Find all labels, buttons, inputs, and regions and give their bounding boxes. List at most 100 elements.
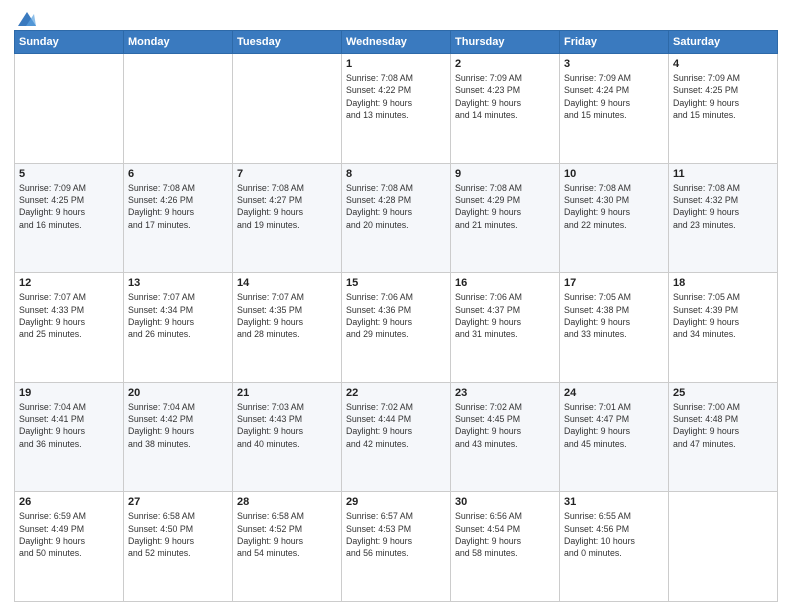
day-info: Sunrise: 6:56 AM Sunset: 4:54 PM Dayligh… [455, 510, 555, 559]
day-info: Sunrise: 6:55 AM Sunset: 4:56 PM Dayligh… [564, 510, 664, 559]
day-info: Sunrise: 7:07 AM Sunset: 4:34 PM Dayligh… [128, 291, 228, 340]
calendar-day-cell: 25 Sunrise: 7:00 AM Sunset: 4:48 PM Dayli… [669, 382, 778, 492]
day-number: 14 [237, 277, 337, 289]
calendar-day-cell: 12Sunrise: 7:07 AM Sunset: 4:33 PM Dayli… [15, 273, 124, 383]
day-number: 18 [673, 277, 773, 289]
day-info: Sunrise: 7:08 AM Sunset: 4:26 PM Dayligh… [128, 182, 228, 231]
day-info: Sunrise: 7:08 AM Sunset: 4:22 PM Dayligh… [346, 72, 446, 121]
calendar-day-cell: 20 Sunrise: 7:04 AM Sunset: 4:42 PM Dayli… [124, 382, 233, 492]
calendar-day-cell: 18 Sunrise: 7:05 AM Sunset: 4:39 PM Dayli… [669, 273, 778, 383]
day-number: 4 [673, 58, 773, 70]
day-info: Sunrise: 7:02 AM Sunset: 4:44 PM Dayligh… [346, 401, 446, 450]
calendar-day-cell: 21Sunrise: 7:03 AM Sunset: 4:43 PM Dayli… [233, 382, 342, 492]
header [14, 10, 778, 24]
day-number: 26 [19, 496, 119, 508]
day-info: Sunrise: 7:09 AM Sunset: 4:23 PM Dayligh… [455, 72, 555, 121]
day-number: 19 [19, 387, 119, 399]
day-number: 23 [455, 387, 555, 399]
calendar-header-tuesday: Tuesday [233, 31, 342, 54]
calendar-week-row: 1 Sunrise: 7:08 AM Sunset: 4:22 PM Daylig… [15, 54, 778, 164]
calendar-day-cell: 23 Sunrise: 7:02 AM Sunset: 4:45 PM Dayli… [451, 382, 560, 492]
calendar-day-cell: 7Sunrise: 7:08 AM Sunset: 4:27 PM Daylig… [233, 163, 342, 273]
calendar-day-cell: 9 Sunrise: 7:08 AM Sunset: 4:29 PM Daylig… [451, 163, 560, 273]
calendar-day-cell: 1 Sunrise: 7:08 AM Sunset: 4:22 PM Daylig… [342, 54, 451, 164]
day-number: 29 [346, 496, 446, 508]
day-number: 12 [19, 277, 119, 289]
logo-icon [16, 10, 38, 28]
calendar-day-cell [124, 54, 233, 164]
calendar-day-cell: 3 Sunrise: 7:09 AM Sunset: 4:24 PM Daylig… [560, 54, 669, 164]
calendar-day-cell: 13 Sunrise: 7:07 AM Sunset: 4:34 PM Dayli… [124, 273, 233, 383]
day-info: Sunrise: 7:09 AM Sunset: 4:24 PM Dayligh… [564, 72, 664, 121]
calendar-header-wednesday: Wednesday [342, 31, 451, 54]
day-info: Sunrise: 7:09 AM Sunset: 4:25 PM Dayligh… [19, 182, 119, 231]
calendar-day-cell: 28 Sunrise: 6:58 AM Sunset: 4:52 PM Dayli… [233, 492, 342, 602]
day-info: Sunrise: 6:58 AM Sunset: 4:52 PM Dayligh… [237, 510, 337, 559]
day-info: Sunrise: 7:06 AM Sunset: 4:36 PM Dayligh… [346, 291, 446, 340]
day-info: Sunrise: 7:04 AM Sunset: 4:42 PM Dayligh… [128, 401, 228, 450]
day-number: 16 [455, 277, 555, 289]
logo [14, 10, 38, 24]
calendar-week-row: 26 Sunrise: 6:59 AM Sunset: 4:49 PM Dayli… [15, 492, 778, 602]
day-number: 22 [346, 387, 446, 399]
day-info: Sunrise: 7:02 AM Sunset: 4:45 PM Dayligh… [455, 401, 555, 450]
day-number: 24 [564, 387, 664, 399]
day-info: Sunrise: 6:59 AM Sunset: 4:49 PM Dayligh… [19, 510, 119, 559]
calendar-week-row: 19 Sunrise: 7:04 AM Sunset: 4:41 PM Dayli… [15, 382, 778, 492]
calendar-day-cell: 15Sunrise: 7:06 AM Sunset: 4:36 PM Dayli… [342, 273, 451, 383]
calendar-day-cell: 22 Sunrise: 7:02 AM Sunset: 4:44 PM Dayli… [342, 382, 451, 492]
calendar-week-row: 5 Sunrise: 7:09 AM Sunset: 4:25 PM Daylig… [15, 163, 778, 273]
day-info: Sunrise: 7:06 AM Sunset: 4:37 PM Dayligh… [455, 291, 555, 340]
calendar-week-row: 12Sunrise: 7:07 AM Sunset: 4:33 PM Dayli… [15, 273, 778, 383]
calendar-day-cell: 31Sunrise: 6:55 AM Sunset: 4:56 PM Dayli… [560, 492, 669, 602]
calendar-day-cell: 24 Sunrise: 7:01 AM Sunset: 4:47 PM Dayli… [560, 382, 669, 492]
calendar-day-cell: 14 Sunrise: 7:07 AM Sunset: 4:35 PM Dayli… [233, 273, 342, 383]
calendar-day-cell: 4 Sunrise: 7:09 AM Sunset: 4:25 PM Daylig… [669, 54, 778, 164]
calendar-day-cell: 19 Sunrise: 7:04 AM Sunset: 4:41 PM Dayli… [15, 382, 124, 492]
day-info: Sunrise: 7:04 AM Sunset: 4:41 PM Dayligh… [19, 401, 119, 450]
day-info: Sunrise: 7:08 AM Sunset: 4:29 PM Dayligh… [455, 182, 555, 231]
day-number: 28 [237, 496, 337, 508]
day-info: Sunrise: 6:58 AM Sunset: 4:50 PM Dayligh… [128, 510, 228, 559]
calendar-day-cell: 8Sunrise: 7:08 AM Sunset: 4:28 PM Daylig… [342, 163, 451, 273]
calendar-day-cell: 29 Sunrise: 6:57 AM Sunset: 4:53 PM Dayli… [342, 492, 451, 602]
page: SundayMondayTuesdayWednesdayThursdayFrid… [0, 0, 792, 612]
calendar-day-cell: 26 Sunrise: 6:59 AM Sunset: 4:49 PM Dayli… [15, 492, 124, 602]
day-info: Sunrise: 7:08 AM Sunset: 4:32 PM Dayligh… [673, 182, 773, 231]
calendar-day-cell: 30Sunrise: 6:56 AM Sunset: 4:54 PM Dayli… [451, 492, 560, 602]
calendar-header-saturday: Saturday [669, 31, 778, 54]
day-number: 13 [128, 277, 228, 289]
calendar-day-cell: 11 Sunrise: 7:08 AM Sunset: 4:32 PM Dayli… [669, 163, 778, 273]
calendar-day-cell: 17Sunrise: 7:05 AM Sunset: 4:38 PM Dayli… [560, 273, 669, 383]
day-number: 27 [128, 496, 228, 508]
day-number: 20 [128, 387, 228, 399]
day-info: Sunrise: 7:00 AM Sunset: 4:48 PM Dayligh… [673, 401, 773, 450]
calendar-header-thursday: Thursday [451, 31, 560, 54]
day-info: Sunrise: 7:01 AM Sunset: 4:47 PM Dayligh… [564, 401, 664, 450]
day-info: Sunrise: 7:05 AM Sunset: 4:39 PM Dayligh… [673, 291, 773, 340]
day-info: Sunrise: 7:09 AM Sunset: 4:25 PM Dayligh… [673, 72, 773, 121]
day-number: 25 [673, 387, 773, 399]
day-number: 6 [128, 168, 228, 180]
calendar-header-monday: Monday [124, 31, 233, 54]
day-info: Sunrise: 7:08 AM Sunset: 4:30 PM Dayligh… [564, 182, 664, 231]
day-number: 5 [19, 168, 119, 180]
calendar-header-friday: Friday [560, 31, 669, 54]
day-number: 1 [346, 58, 446, 70]
calendar-day-cell [669, 492, 778, 602]
calendar-day-cell: 16 Sunrise: 7:06 AM Sunset: 4:37 PM Dayli… [451, 273, 560, 383]
calendar-day-cell: 6 Sunrise: 7:08 AM Sunset: 4:26 PM Daylig… [124, 163, 233, 273]
day-info: Sunrise: 7:08 AM Sunset: 4:27 PM Dayligh… [237, 182, 337, 231]
calendar-header-sunday: Sunday [15, 31, 124, 54]
calendar-day-cell [233, 54, 342, 164]
day-info: Sunrise: 7:03 AM Sunset: 4:43 PM Dayligh… [237, 401, 337, 450]
calendar-table: SundayMondayTuesdayWednesdayThursdayFrid… [14, 30, 778, 602]
day-info: Sunrise: 7:08 AM Sunset: 4:28 PM Dayligh… [346, 182, 446, 231]
day-number: 3 [564, 58, 664, 70]
calendar-day-cell [15, 54, 124, 164]
calendar-day-cell: 10Sunrise: 7:08 AM Sunset: 4:30 PM Dayli… [560, 163, 669, 273]
day-number: 9 [455, 168, 555, 180]
day-info: Sunrise: 7:07 AM Sunset: 4:35 PM Dayligh… [237, 291, 337, 340]
day-number: 11 [673, 168, 773, 180]
day-info: Sunrise: 6:57 AM Sunset: 4:53 PM Dayligh… [346, 510, 446, 559]
